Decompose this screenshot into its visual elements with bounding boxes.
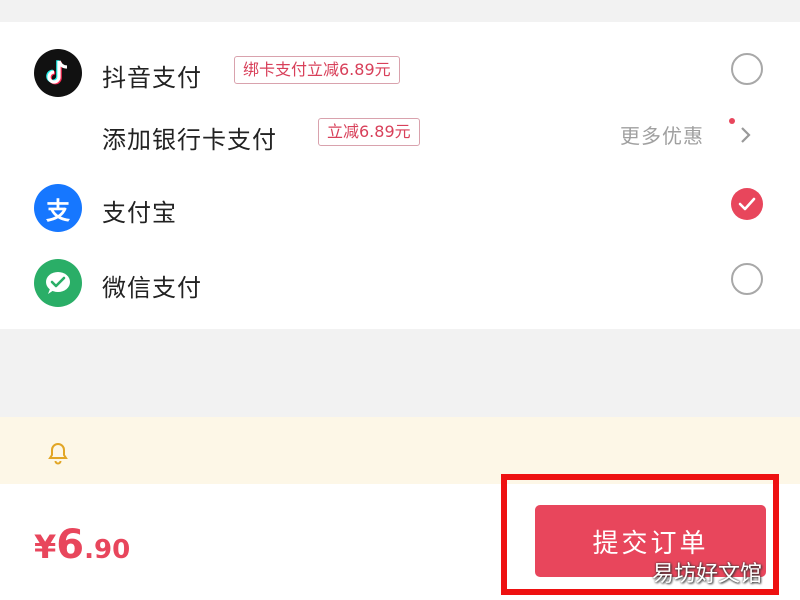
check-icon [738,197,756,211]
radio-button-douyin[interactable] [731,53,763,85]
alipay-logo-glyph: 支 [46,196,70,225]
alipay-logo-icon: 支 [34,184,82,232]
watermark: 易坊好文馆 [652,562,763,587]
promo-tag: 绑卡支付立减6.89元 [234,56,400,84]
notification-dot [729,118,735,124]
payment-option-label: 添加银行卡支付 [102,126,277,154]
payment-option-label: 微信支付 [102,274,202,302]
top-strip [0,0,800,22]
price-decimal: .90 [84,535,131,565]
douyin-logo-icon [34,49,82,97]
radio-button-wechat[interactable] [731,263,763,295]
bell-icon [48,442,68,465]
promo-tag: 立减6.89元 [318,118,420,146]
more-offers-link[interactable]: 更多优惠 [620,120,704,149]
payment-option-bank-card[interactable]: 添加银行卡支付 立减6.89元 更多优惠 [0,104,800,164]
payment-method-list: 抖音支付 绑卡支付立减6.89元 添加银行卡支付 立减6.89元 更多优惠 支 … [0,22,800,329]
payment-option-label: 抖音支付 [102,64,202,92]
wechat-logo-icon [34,259,82,307]
payment-option-douyin[interactable]: 抖音支付 绑卡支付立减6.89元 [0,42,800,102]
total-price: ¥6.90 [34,522,130,568]
currency-symbol: ¥ [34,528,57,566]
price-integer: 6 [56,522,85,568]
payment-option-label: 支付宝 [102,199,177,227]
chevron-right-icon[interactable] [740,126,752,144]
payment-option-wechat[interactable]: 微信支付 [0,252,800,312]
payment-option-alipay[interactable]: 支 支付宝 [0,177,800,237]
radio-button-alipay-selected[interactable] [731,188,763,220]
